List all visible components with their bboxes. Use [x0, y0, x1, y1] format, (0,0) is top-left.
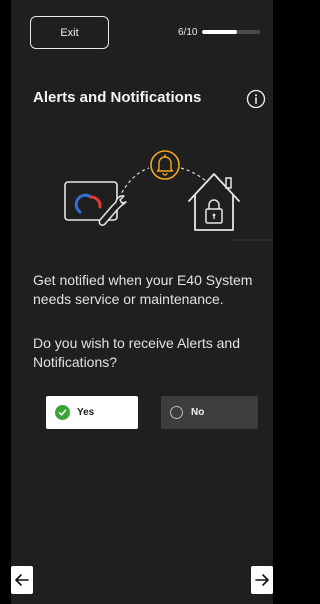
arrow-left-icon	[15, 574, 29, 586]
info-icon[interactable]	[246, 89, 266, 109]
progress-fill	[202, 30, 237, 34]
option-yes[interactable]: Yes	[46, 396, 138, 429]
arrow-right-icon	[255, 574, 269, 586]
radio-circle-icon	[170, 406, 183, 419]
screen: Exit 6/10 Alerts and Notifications Get n…	[11, 0, 273, 604]
question-text: Do you wish to receive Alerts and Notifi…	[33, 335, 240, 370]
description-text: Get notified when your E40 System needs …	[33, 272, 253, 307]
exit-button[interactable]: Exit	[30, 16, 109, 49]
option-no[interactable]: No	[161, 396, 258, 429]
bell-icon	[150, 150, 180, 180]
next-button[interactable]	[251, 566, 273, 594]
exit-label: Exit	[60, 26, 79, 39]
page-title: Alerts and Notifications	[33, 89, 202, 106]
progress-bar	[202, 30, 260, 34]
alerts-illustration	[64, 150, 273, 241]
step-counter: 6/10	[178, 27, 198, 38]
check-circle-icon	[55, 405, 70, 420]
thermostat-wrench-icon	[64, 181, 127, 226]
option-yes-label: Yes	[77, 407, 95, 418]
house-lock-icon	[188, 173, 273, 241]
back-button[interactable]	[11, 566, 33, 594]
option-no-label: No	[191, 407, 205, 418]
